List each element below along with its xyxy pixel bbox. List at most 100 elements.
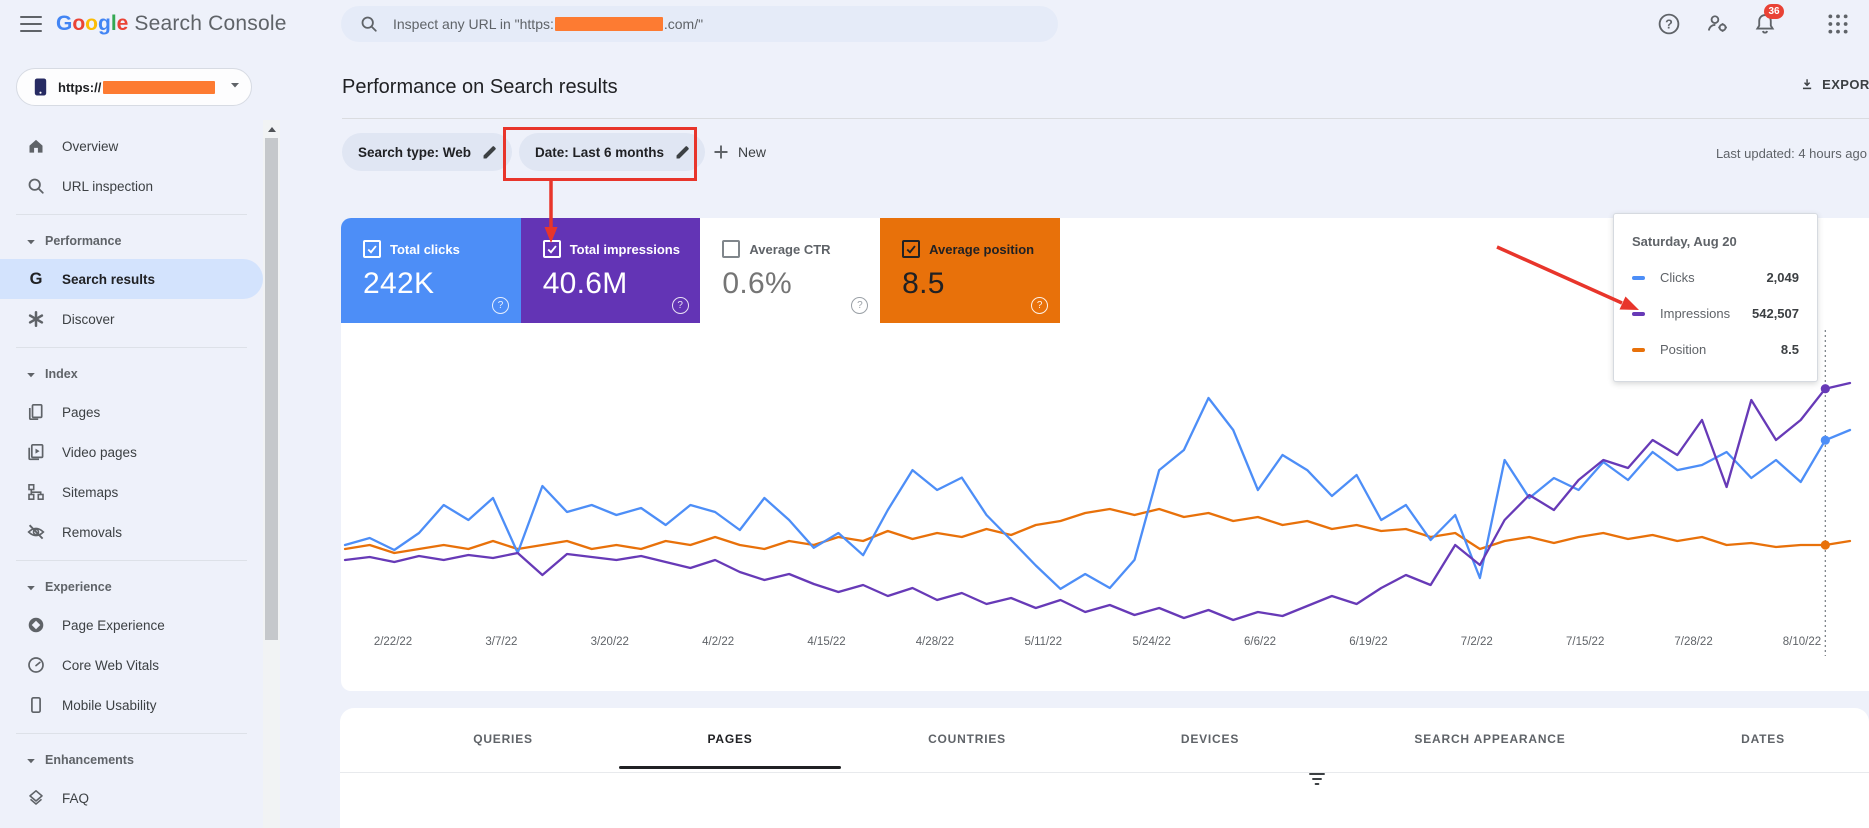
sidebar-item-label: Mobile Usability bbox=[62, 697, 157, 713]
filter-chip-search-type[interactable]: Search type: Web bbox=[342, 133, 513, 171]
sidebar-section-index[interactable]: Index bbox=[0, 356, 263, 392]
checkbox-checked-icon[interactable] bbox=[902, 240, 921, 258]
sidebar-item-label: Core Web Vitals bbox=[62, 657, 160, 673]
help-circle-icon[interactable]: ? bbox=[492, 297, 509, 314]
metric-card-total-clicks[interactable]: Total clicks 242K? bbox=[341, 218, 521, 323]
search-icon bbox=[359, 14, 379, 34]
metric-card-average-position[interactable]: Average position 8.5? bbox=[880, 218, 1061, 323]
svg-text:?: ? bbox=[1665, 18, 1673, 32]
sidebar-divider bbox=[16, 733, 247, 734]
sidebar-item-discover[interactable]: Discover bbox=[0, 299, 263, 339]
sidebar-item-core-web-vitals[interactable]: Core Web Vitals bbox=[0, 645, 263, 685]
google-logo-letter: g bbox=[98, 12, 111, 35]
tooltip-row-label: Clicks bbox=[1660, 270, 1695, 285]
checkbox-checked-icon[interactable] bbox=[542, 240, 561, 258]
tooltip-row-value: 2,049 bbox=[1766, 270, 1799, 285]
help-circle-icon[interactable]: ? bbox=[671, 297, 689, 314]
plus-icon bbox=[714, 145, 728, 159]
property-icon bbox=[34, 78, 47, 96]
account-settings-icon[interactable] bbox=[1706, 12, 1730, 36]
product-name: Search Console bbox=[134, 12, 287, 35]
new-filter-button[interactable]: New bbox=[712, 133, 766, 171]
x-axis-label: 3/7/22 bbox=[485, 636, 518, 648]
sidebar-item-pages[interactable]: Pages bbox=[0, 392, 263, 432]
metric-card-label: Total clicks bbox=[390, 241, 460, 257]
x-axis-label: 4/28/22 bbox=[915, 636, 955, 648]
url-inspect-search-input[interactable]: Inspect any URL in "https: .com/" bbox=[341, 6, 1058, 42]
sidebar-item-label: Sitemaps bbox=[62, 484, 119, 500]
series-line-impressions bbox=[343, 381, 1852, 622]
faq-icon bbox=[26, 788, 46, 808]
caret-down-icon bbox=[26, 236, 36, 246]
export-label: EXPORT bbox=[1822, 76, 1869, 92]
sidebar-section-enhancements[interactable]: Enhancements bbox=[0, 742, 263, 778]
tab-queries[interactable]: QUERIES bbox=[473, 732, 533, 746]
sidebar-item-label: Page Experience bbox=[62, 617, 165, 633]
tabs-divider bbox=[340, 772, 1869, 773]
metric-card-total-impressions[interactable]: Total impressions 40.6M? bbox=[520, 218, 701, 323]
menu-icon[interactable] bbox=[20, 16, 42, 32]
sidebar-item-faq[interactable]: FAQ bbox=[0, 778, 263, 818]
scrollbar-up-icon[interactable] bbox=[263, 120, 280, 138]
search-icon bbox=[26, 176, 46, 196]
x-axis-label: 5/24/22 bbox=[1132, 636, 1171, 648]
hover-point-clicks bbox=[1820, 435, 1830, 445]
hover-point-impressions bbox=[1820, 384, 1830, 394]
tooltip-row-impressions: Impressions 542,507 bbox=[1632, 306, 1799, 321]
notification-badge: 36 bbox=[1764, 4, 1784, 19]
checkbox-checked-icon[interactable] bbox=[363, 240, 381, 258]
table-filter-icon[interactable] bbox=[1307, 769, 1327, 789]
sidebar-section-experience[interactable]: Experience bbox=[0, 569, 263, 605]
apps-grid-icon[interactable] bbox=[1826, 12, 1850, 36]
help-circle-icon[interactable]: ? bbox=[1031, 297, 1049, 314]
tab-countries[interactable]: COUNTRIES bbox=[928, 732, 1006, 746]
tab-dates[interactable]: DATES bbox=[1741, 732, 1785, 746]
tab-pages[interactable]: PAGES bbox=[707, 732, 752, 746]
sidebar-item-removals[interactable]: Removals bbox=[0, 512, 263, 552]
x-axis-label: 3/20/22 bbox=[590, 636, 629, 648]
metric-card-label: Average CTR bbox=[749, 241, 831, 257]
x-axis-label: 8/10/22 bbox=[1782, 636, 1822, 648]
sitemaps-icon bbox=[26, 482, 46, 502]
redacted-domain bbox=[554, 17, 663, 31]
property-selector[interactable]: https:// bbox=[16, 68, 252, 106]
sidebar-item-overview[interactable]: Overview bbox=[0, 126, 263, 166]
tab-devices[interactable]: DEVICES bbox=[1181, 732, 1239, 746]
svg-text:G: G bbox=[30, 270, 43, 288]
sidebar-item-sitemaps[interactable]: Sitemaps bbox=[0, 472, 263, 512]
export-button[interactable]: EXPORT bbox=[1800, 72, 1869, 96]
discover-icon bbox=[26, 309, 46, 329]
sidebar-section-performance[interactable]: Performance bbox=[0, 223, 263, 259]
series-dash-icon bbox=[1632, 311, 1645, 316]
sidebar-item-label: URL inspection bbox=[62, 178, 154, 194]
x-axis-label: 4/15/22 bbox=[807, 636, 846, 648]
tooltip-row-position: Position 8.5 bbox=[1632, 342, 1799, 357]
metric-card-average-ctr[interactable]: Average CTR 0.6%? bbox=[700, 218, 881, 323]
tooltip-row-value: 8.5 bbox=[1780, 342, 1799, 357]
metric-card-label: Total impressions bbox=[569, 241, 680, 257]
scrollbar-thumb[interactable] bbox=[265, 138, 278, 640]
x-axis-label: 7/28/22 bbox=[1674, 636, 1713, 648]
metric-card-value: 8.5 bbox=[902, 267, 945, 300]
sidebar-item-label: FAQ bbox=[62, 790, 90, 806]
caret-down-icon bbox=[26, 582, 36, 592]
app-logo: Google Search Console bbox=[56, 0, 287, 48]
removals-icon bbox=[26, 522, 46, 542]
tooltip-row-clicks: Clicks 2,049 bbox=[1632, 270, 1799, 285]
caret-down-icon bbox=[26, 369, 36, 379]
sidebar-item-label: Pages bbox=[62, 404, 101, 420]
tab-search-appearance[interactable]: SEARCH APPEARANCE bbox=[1414, 732, 1565, 746]
sidebar-item-search-results[interactable]: G Search results bbox=[0, 259, 263, 299]
sidebar-item-mobile-usability[interactable]: Mobile Usability bbox=[0, 685, 263, 725]
metric-card-label: Average position bbox=[929, 241, 1035, 257]
checkbox-unchecked-icon[interactable] bbox=[722, 240, 741, 258]
sidebar-item-page-experience[interactable]: Page Experience bbox=[0, 605, 263, 645]
sidebar-item-video-pages[interactable]: Video pages bbox=[0, 432, 263, 472]
google-logo-letter: o bbox=[72, 12, 86, 35]
x-axis-label: 4/2/22 bbox=[702, 636, 735, 648]
help-icon[interactable]: ? bbox=[1657, 12, 1681, 36]
search-placeholder-suffix: .com/" bbox=[663, 16, 704, 32]
sidebar-item-url-inspection[interactable]: URL inspection bbox=[0, 166, 263, 206]
series-line-position bbox=[343, 507, 1852, 555]
help-circle-icon[interactable]: ? bbox=[851, 297, 869, 314]
